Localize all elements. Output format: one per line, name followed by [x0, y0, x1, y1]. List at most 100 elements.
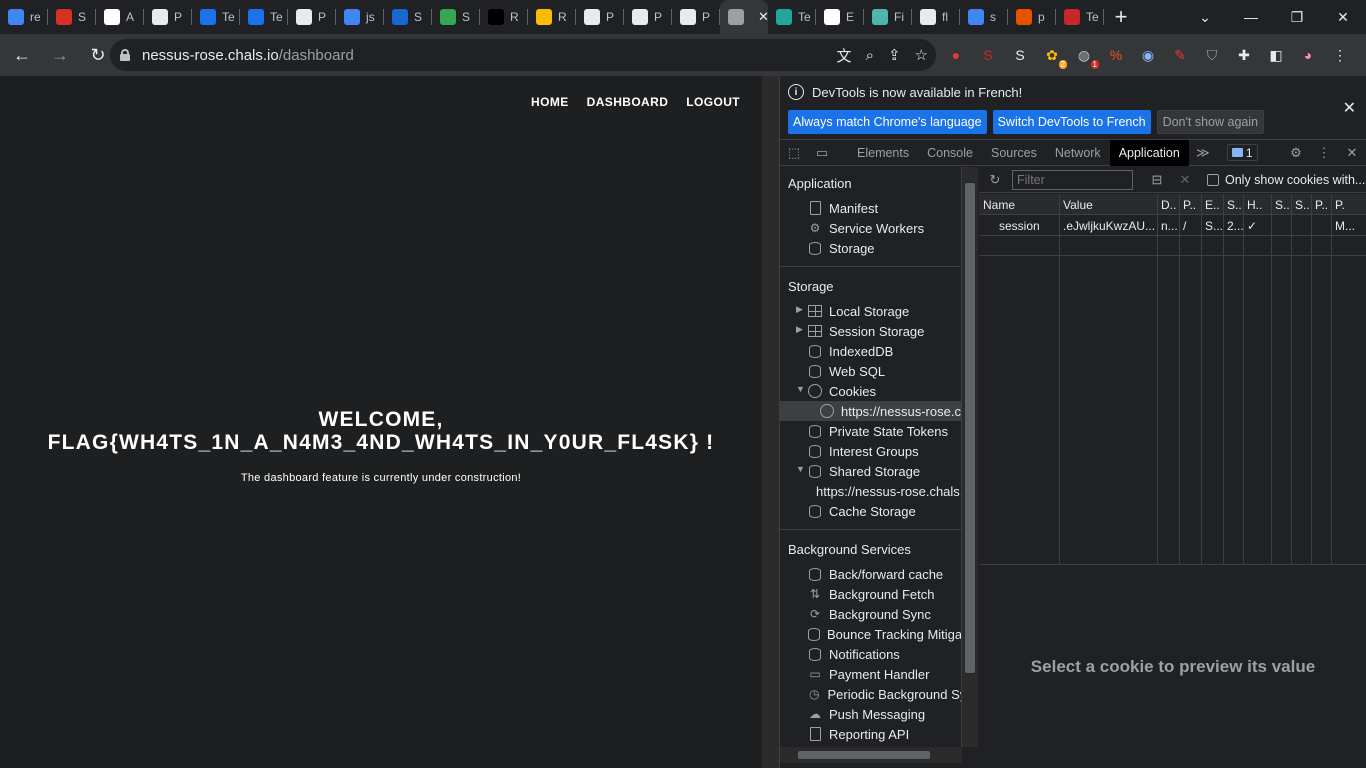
- sidebar-item-web-sql[interactable]: Web SQL: [780, 361, 961, 381]
- s-round-ext-icon[interactable]: S: [1009, 44, 1031, 66]
- sidebar-horizontal-scrollbar[interactable]: [780, 747, 962, 763]
- sidebar-item-local-storage[interactable]: Local Storage: [780, 301, 961, 321]
- sidebar-item-cookies[interactable]: Cookies: [780, 381, 961, 401]
- ublock-icon[interactable]: ●: [945, 44, 967, 66]
- browser-tab[interactable]: P: [144, 0, 192, 34]
- column-divider[interactable]: [1223, 194, 1224, 565]
- sidebar-item-background-sync[interactable]: ⟳ Background Sync: [780, 604, 961, 624]
- profile-avatar[interactable]: ◕: [1297, 44, 1319, 66]
- back-button[interactable]: ←: [6, 39, 38, 71]
- nav-logout-link[interactable]: LOGOUT: [686, 95, 740, 109]
- sidebar-item-shared-storage[interactable]: Shared Storage: [780, 461, 961, 481]
- device-toolbar-icon[interactable]: ▭: [808, 140, 836, 166]
- lock-icon[interactable]: [120, 49, 130, 61]
- browser-tab[interactable]: Fi: [864, 0, 912, 34]
- tab-sources[interactable]: Sources: [982, 140, 1046, 166]
- scrollbar-thumb[interactable]: [965, 183, 975, 673]
- sidebar-item-session-storage[interactable]: Session Storage: [780, 321, 961, 341]
- zoom-icon[interactable]: ⌕: [866, 47, 874, 64]
- sidepanel-icon[interactable]: ◧: [1265, 44, 1287, 66]
- column-header[interactable]: E..: [1201, 194, 1223, 215]
- switch-french-button[interactable]: Switch DevTools to French: [992, 110, 1151, 134]
- tab-network[interactable]: Network: [1046, 140, 1110, 166]
- scrollbar-thumb[interactable]: [798, 751, 930, 759]
- restore-button[interactable]: ❐: [1274, 0, 1320, 34]
- column-header[interactable]: P..: [1311, 194, 1331, 215]
- address-bar[interactable]: nessus-rose.chals.io/dashboard 文 ⌕ ⇪ ☆: [110, 39, 936, 71]
- nav-dashboard-link[interactable]: DASHBOARD: [587, 95, 669, 109]
- infobar-close-icon[interactable]: ✕: [1343, 98, 1356, 118]
- column-header[interactable]: P.: [1331, 194, 1366, 215]
- browser-tab[interactable]: s: [960, 0, 1008, 34]
- page-scrollbar[interactable]: [762, 76, 779, 768]
- column-header[interactable]: Name: [979, 194, 1059, 215]
- tab-elements[interactable]: Elements: [848, 140, 918, 166]
- browser-tab[interactable]: Te: [1056, 0, 1104, 34]
- dont-show-again-button[interactable]: Don't show again: [1156, 110, 1265, 134]
- browser-tab[interactable]: fl: [912, 0, 960, 34]
- sidebar-item-bounce-tracking[interactable]: Bounce Tracking Mitigations: [780, 624, 961, 644]
- s-ext-icon[interactable]: S: [977, 44, 999, 66]
- browser-tab[interactable]: Te: [192, 0, 240, 34]
- browser-tab[interactable]: S: [48, 0, 96, 34]
- column-divider[interactable]: [1311, 194, 1312, 565]
- sidebar-item-cookie-origin[interactable]: https://nessus-rose.chals.io: [780, 401, 961, 421]
- only-issues-checkbox[interactable]: Only show cookies with...: [1207, 173, 1365, 187]
- share-icon[interactable]: ⇪: [888, 46, 901, 64]
- column-divider[interactable]: [1179, 194, 1180, 565]
- browser-tab[interactable]: P: [288, 0, 336, 34]
- new-tab-button[interactable]: +: [1104, 0, 1138, 34]
- sidebar-item-notifications[interactable]: Notifications: [780, 644, 961, 664]
- browser-tab[interactable]: A: [96, 0, 144, 34]
- close-window-button[interactable]: ✕: [1320, 0, 1366, 34]
- column-header[interactable]: S..: [1291, 194, 1311, 215]
- column-header[interactable]: P..: [1179, 194, 1201, 215]
- table-row[interactable]: session .eJwljkuKwzAU... n... / S... 2... ✓ M..…: [979, 215, 1366, 236]
- column-divider[interactable]: [1157, 194, 1158, 565]
- browser-tab[interactable]: S: [384, 0, 432, 34]
- column-divider[interactable]: [1201, 194, 1202, 565]
- translate-icon[interactable]: 文: [837, 45, 852, 66]
- refresh-icon[interactable]: ↻: [979, 167, 1011, 193]
- browser-tab[interactable]: P: [576, 0, 624, 34]
- column-divider[interactable]: [1271, 194, 1272, 565]
- column-header[interactable]: Value: [1059, 194, 1157, 215]
- column-divider[interactable]: [1331, 194, 1332, 565]
- delete-selected-icon[interactable]: ✕: [1171, 167, 1199, 193]
- settings-gear-icon[interactable]: ⚙: [1282, 140, 1310, 166]
- zoom-ext-icon[interactable]: %: [1105, 44, 1127, 66]
- sidebar-scrollbar[interactable]: [962, 167, 978, 747]
- checkbox-box[interactable]: [1207, 174, 1219, 186]
- devtools-close-icon[interactable]: ✕: [1338, 140, 1366, 166]
- browser-tab[interactable]: P: [672, 0, 720, 34]
- column-header[interactable]: H..: [1243, 194, 1271, 215]
- sidebar-item-shared-storage-origin[interactable]: https://nessus-rose.chals.io: [780, 481, 961, 501]
- browser-tab[interactable]: R: [480, 0, 528, 34]
- column-header[interactable]: D..: [1157, 194, 1179, 215]
- inspect-element-icon[interactable]: ⬚: [780, 140, 808, 166]
- column-divider[interactable]: [1243, 194, 1244, 565]
- browser-tab[interactable]: Te: [768, 0, 816, 34]
- cookie-filter-input[interactable]: [1012, 170, 1133, 190]
- more-tabs-icon[interactable]: ≫: [1189, 140, 1217, 166]
- tab-search-icon[interactable]: ⌄: [1182, 0, 1228, 34]
- forward-button[interactable]: →: [44, 39, 76, 71]
- sidebar-item-push-messaging[interactable]: ☁ Push Messaging: [780, 704, 961, 724]
- sidebar-item-payment-handler[interactable]: ▭ Payment Handler: [780, 664, 961, 684]
- sidebar-item-private-state-tokens[interactable]: Private State Tokens: [780, 421, 961, 441]
- shield-ext-icon[interactable]: ⛉: [1201, 44, 1223, 66]
- empty-row[interactable]: [979, 236, 1366, 256]
- column-header[interactable]: S..: [1223, 194, 1243, 215]
- sidebar-item-reporting-api[interactable]: Reporting API: [780, 724, 961, 744]
- tab-console[interactable]: Console: [918, 140, 982, 166]
- browser-tab[interactable]: Te: [240, 0, 288, 34]
- browser-tab[interactable]: ✕: [720, 0, 769, 34]
- puzzle-icon[interactable]: ✚: [1233, 44, 1255, 66]
- nav-home-link[interactable]: HOME: [531, 95, 569, 109]
- sidebar-item-periodic-sync[interactable]: ◷ Periodic Background Sync: [780, 684, 961, 704]
- wand-ext-icon[interactable]: ✎: [1169, 44, 1191, 66]
- sidebar-item-interest-groups[interactable]: Interest Groups: [780, 441, 961, 461]
- sidebar-item-bfcache[interactable]: Back/forward cache: [780, 564, 961, 584]
- clear-filtered-cookies-icon[interactable]: ⊟: [1143, 167, 1171, 193]
- browser-tab[interactable]: P: [624, 0, 672, 34]
